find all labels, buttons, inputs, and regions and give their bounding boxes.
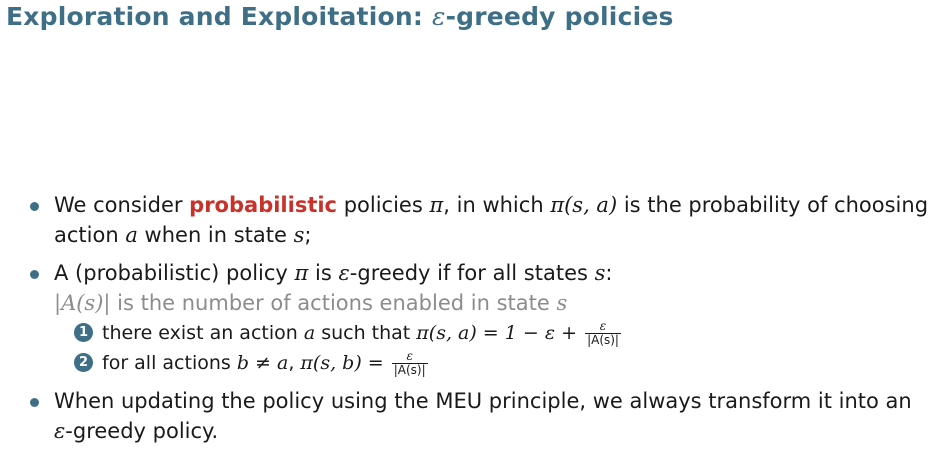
text: for all actions — [102, 352, 237, 374]
math-epsilon: ε — [54, 419, 66, 443]
math-s: s — [293, 223, 305, 247]
note-line: |A(s)| is the number of actions enabled … — [54, 291, 567, 315]
text: A (probabilistic) policy — [54, 261, 295, 285]
fraction-denominator: |A(s)| — [587, 333, 619, 347]
text: -greedy if for all states — [349, 261, 595, 285]
title-rest: -greedy policies — [445, 2, 674, 31]
text: We consider — [54, 193, 190, 217]
bullet-dot-icon — [30, 202, 39, 211]
title-text: Exploration and Exploitation: — [6, 2, 432, 31]
math-expr: b ≠ a — [236, 352, 289, 374]
math-a: a — [125, 223, 138, 247]
text: is — [308, 261, 339, 285]
bullet-meu-update: When updating the policy using the MEU p… — [28, 386, 948, 446]
text: policies — [337, 193, 430, 217]
sub-item-1: 1 there exist an action a such that π(s,… — [54, 318, 948, 348]
bullet-epsilon-greedy-definition: A (probabilistic) policy π is ε-greedy i… — [28, 258, 948, 378]
fraction-numerator: ε — [391, 350, 428, 364]
math-expr: π(s, a) — [550, 193, 618, 217]
fraction: ε |A(s)| — [391, 350, 428, 377]
math-expr: π(s, b) = — [300, 352, 390, 374]
text: When updating the policy using the MEU p… — [54, 389, 912, 413]
bullet-probabilistic-policies: We consider probabilistic policies π, in… — [28, 190, 948, 250]
text: when in state — [137, 223, 294, 247]
math-s: s — [594, 261, 606, 285]
text: is the number of actions enabled in stat… — [110, 291, 557, 315]
math-epsilon: ε — [338, 261, 350, 285]
sub-item-2: 2 for all actions b ≠ a, π(s, b) = ε |A(s… — [54, 348, 948, 378]
text: is the probability of choosing — [617, 193, 929, 217]
math-s: s — [556, 291, 568, 315]
math-pi: π — [429, 193, 444, 217]
text: -greedy policy. — [65, 419, 219, 443]
math-pi: π — [294, 261, 309, 285]
text: action — [54, 223, 126, 247]
slide-title: Exploration and Exploitation: ε-greedy p… — [6, 2, 674, 31]
math-expr: |A(s)| — [54, 291, 111, 315]
fraction-numerator: ε — [585, 320, 621, 334]
number-badge-icon: 2 — [74, 353, 93, 372]
text: such that — [315, 322, 417, 344]
number-badge-icon: 1 — [74, 323, 93, 342]
highlight-text: probabilistic — [189, 193, 338, 217]
text: : — [605, 261, 613, 285]
text: , in which — [443, 193, 551, 217]
math-a: a — [303, 322, 316, 344]
text: , — [288, 352, 301, 374]
slide-content: We consider probabilistic policies π, in… — [28, 190, 948, 454]
math-expr: π(s, a) = 1 − ε + — [416, 322, 584, 344]
text: there exist an action — [102, 322, 304, 344]
fraction: ε |A(s)| — [585, 320, 621, 347]
bullet-dot-icon — [30, 398, 39, 407]
title-epsilon: ε — [431, 2, 446, 31]
fraction-denominator: |A(s)| — [393, 363, 426, 377]
text: ; — [304, 223, 312, 247]
bullet-dot-icon — [30, 270, 39, 279]
